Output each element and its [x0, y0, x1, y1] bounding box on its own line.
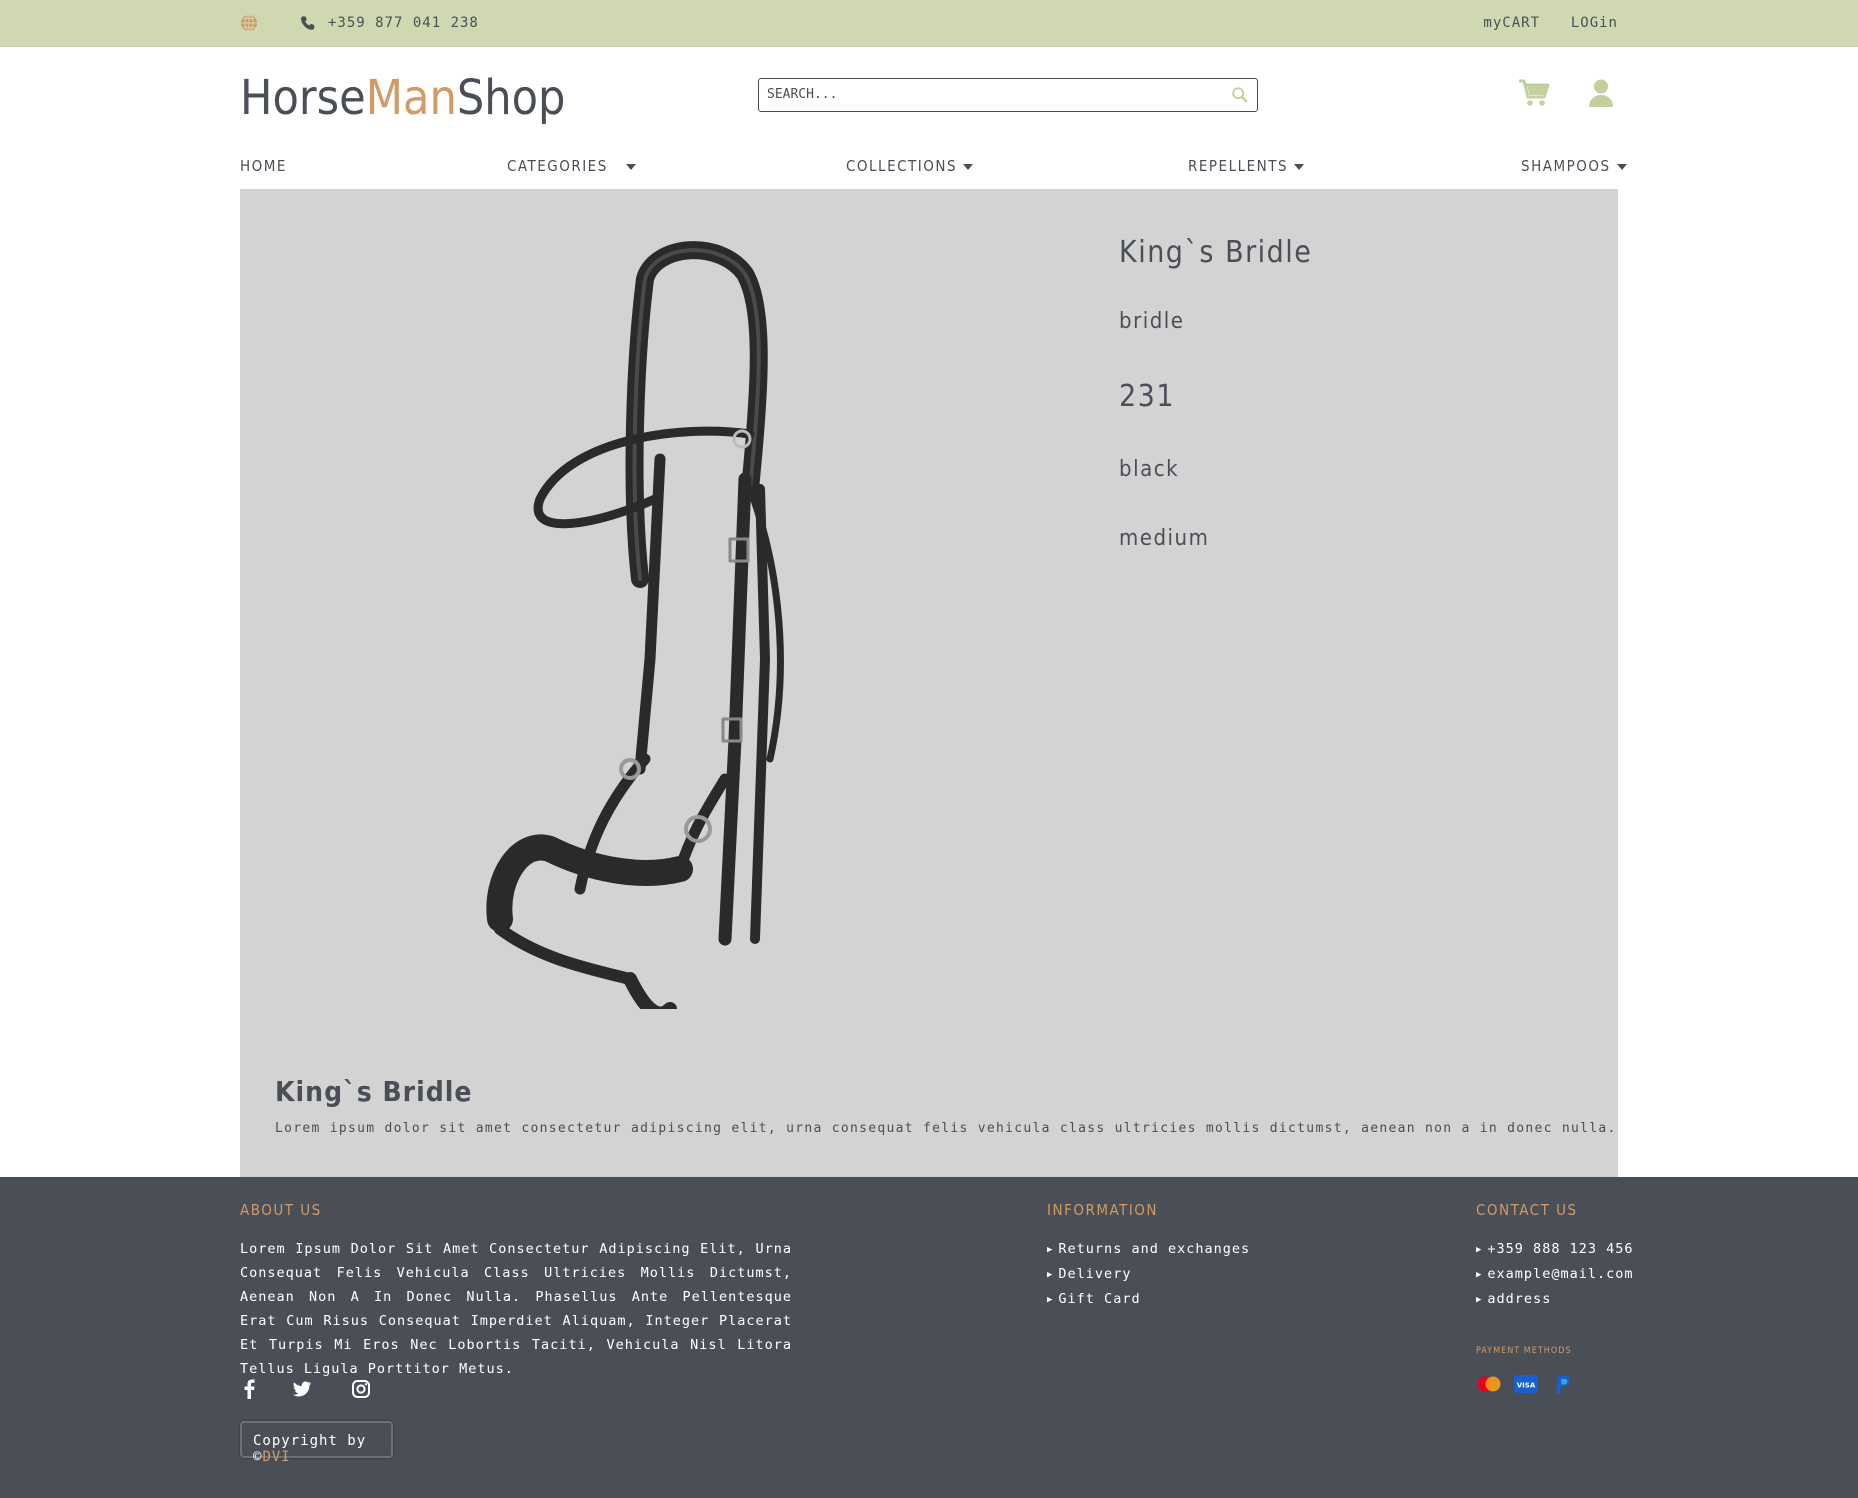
top-bar: +359 877 041 238 myCART LOGin [0, 0, 1858, 47]
search-icon[interactable] [1231, 86, 1249, 104]
nav-collections[interactable]: COLLECTIONS [846, 157, 974, 175]
description-title: King`s Bridle [275, 1075, 473, 1108]
nav-collections-label: COLLECTIONS [846, 157, 958, 175]
information-heading: INFORMATION [1047, 1201, 1158, 1219]
chevron-down-icon [1616, 163, 1627, 170]
about-text: Lorem Ipsum Dolor Sit Amet Consectetur A… [240, 1241, 792, 1377]
user-icon[interactable] [1588, 78, 1614, 108]
product-color: black [1119, 457, 1180, 482]
contact-heading: CONTACT US [1476, 1201, 1578, 1219]
nav-shampoos[interactable]: SHAMPOOS [1521, 157, 1627, 175]
info-link-gift-card[interactable]: Gift Card [1047, 1287, 1250, 1312]
search-input[interactable] [759, 79, 1209, 109]
payment-methods-heading: PAYMENT METHODS [1476, 1346, 1572, 1356]
contact-list: +359 888 123 456 example@mail.com addres… [1476, 1237, 1633, 1312]
product-panel: King`s Bridle bridle 231 black medium Ki… [240, 189, 1618, 1177]
visa-icon: VISA [1514, 1375, 1538, 1397]
site-logo[interactable]: HorseManShop [240, 70, 565, 126]
phone-number: +359 877 041 238 [328, 15, 479, 31]
product-type: bridle [1119, 309, 1185, 334]
search-box [758, 78, 1258, 112]
login-link[interactable]: LOGin [1571, 15, 1618, 31]
contact-phone[interactable]: +359 888 123 456 [1476, 1237, 1633, 1262]
description-text: Lorem ipsum dolor sit amet consectetur a… [275, 1121, 1617, 1136]
nav-categories[interactable]: CATEGORIES [507, 157, 636, 175]
svg-text:VISA: VISA [1517, 1382, 1536, 1390]
nav-categories-label: CATEGORIES [507, 157, 608, 175]
nav-home[interactable]: HOME [240, 157, 287, 175]
contact-email[interactable]: example@mail.com [1476, 1262, 1633, 1287]
copyright-brand[interactable]: DVI [262, 1449, 290, 1465]
chevron-down-icon [963, 163, 974, 170]
product-name: King`s Bridle [1119, 235, 1313, 270]
phone-icon [300, 16, 315, 30]
chevron-down-icon [1294, 163, 1305, 170]
twitter-icon[interactable] [292, 1379, 312, 1399]
footer: ABOUT US Lorem Ipsum Dolor Sit Amet Cons… [0, 1177, 1858, 1498]
info-link-delivery[interactable]: Delivery [1047, 1262, 1250, 1287]
logo-part-shop: Shop [456, 70, 566, 126]
paypal-icon [1554, 1375, 1572, 1399]
instagram-icon[interactable] [351, 1379, 371, 1399]
about-heading: ABOUT US [240, 1201, 322, 1219]
nav-shampoos-label: SHAMPOOS [1521, 157, 1611, 175]
my-cart-link[interactable]: myCART [1483, 15, 1540, 31]
info-link-returns[interactable]: Returns and exchanges [1047, 1237, 1250, 1262]
product-price: 231 [1119, 379, 1176, 414]
nav-repellents-label: REPELLENTS [1188, 157, 1289, 175]
contact-address[interactable]: address [1476, 1287, 1633, 1312]
product-size: medium [1119, 526, 1210, 551]
cart-icon[interactable] [1518, 78, 1550, 108]
product-image [486, 241, 784, 1009]
nav-repellents[interactable]: REPELLENTS [1188, 157, 1305, 175]
logo-part-man: Man [365, 70, 457, 126]
copyright-badge: Copyright by ©DVI [240, 1421, 393, 1465]
globe-icon[interactable] [240, 14, 258, 32]
information-list: Returns and exchanges Delivery Gift Card [1047, 1237, 1250, 1312]
chevron-down-icon [625, 163, 636, 170]
logo-part-horse: Horse [240, 70, 366, 126]
facebook-icon[interactable] [240, 1379, 260, 1399]
mastercard-icon [1476, 1375, 1502, 1397]
